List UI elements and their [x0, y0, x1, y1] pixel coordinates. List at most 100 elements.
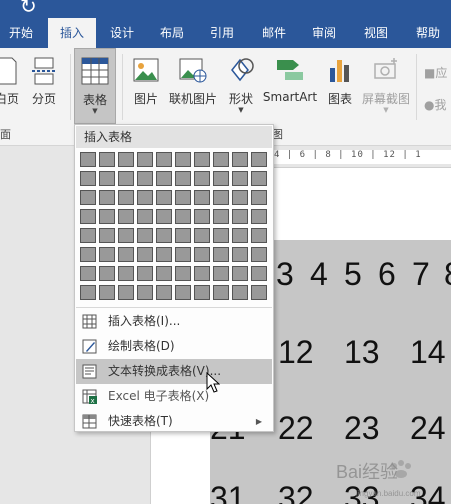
table-grid-cell[interactable] [137, 285, 153, 300]
table-grid-cell[interactable] [213, 190, 229, 205]
table-grid-cell[interactable] [175, 152, 191, 167]
table-grid-cell[interactable] [194, 209, 210, 224]
table-grid-cell[interactable] [99, 266, 115, 281]
table-grid-cell[interactable] [137, 266, 153, 281]
tab-view[interactable]: 视图 [354, 18, 398, 48]
tab-layout[interactable]: 布局 [150, 18, 194, 48]
table-grid-cell[interactable] [232, 152, 248, 167]
table-grid-cell[interactable] [156, 228, 172, 243]
table-grid-cell[interactable] [194, 247, 210, 262]
tab-home[interactable]: 开始 [0, 18, 42, 48]
table-grid-cell[interactable] [175, 285, 191, 300]
table-grid-cell[interactable] [232, 285, 248, 300]
table-grid-cell[interactable] [99, 209, 115, 224]
my-addins-button[interactable]: ●我 [424, 96, 450, 113]
online-pictures-button[interactable]: 联机图片 [166, 48, 220, 124]
table-grid-cell[interactable] [251, 247, 267, 262]
table-grid-cell[interactable] [213, 266, 229, 281]
screenshot-button[interactable]: 屏幕截图 ▼ [360, 48, 412, 124]
tab-review[interactable]: 审阅 [302, 18, 346, 48]
text-to-table-item[interactable]: 文本转换成表格(V)... [76, 359, 272, 384]
table-grid-cell[interactable] [80, 171, 96, 186]
table-grid-cell[interactable] [80, 247, 96, 262]
table-grid-cell[interactable] [137, 190, 153, 205]
table-grid-cell[interactable] [80, 285, 96, 300]
table-grid-cell[interactable] [194, 171, 210, 186]
table-grid-cell[interactable] [251, 190, 267, 205]
table-grid-cell[interactable] [232, 266, 248, 281]
blank-page-button[interactable]: 白页 [0, 48, 20, 124]
table-grid-cell[interactable] [118, 152, 134, 167]
insert-table-item[interactable]: 插入表格(I)... [76, 309, 272, 334]
table-grid-cell[interactable] [156, 247, 172, 262]
table-button[interactable]: 表格 ▼ [74, 48, 116, 124]
table-grid-cell[interactable] [251, 209, 267, 224]
table-grid-cell[interactable] [99, 247, 115, 262]
table-grid-cell[interactable] [194, 190, 210, 205]
table-grid-cell[interactable] [232, 171, 248, 186]
table-grid-cell[interactable] [118, 228, 134, 243]
table-grid-cell[interactable] [194, 152, 210, 167]
draw-table-item[interactable]: 绘制表格(D) [76, 334, 272, 359]
table-grid-cell[interactable] [213, 228, 229, 243]
table-grid-cell[interactable] [99, 285, 115, 300]
table-grid-cell[interactable] [156, 285, 172, 300]
table-grid-cell[interactable] [137, 171, 153, 186]
tab-design[interactable]: 设计 [100, 18, 144, 48]
tab-mailings[interactable]: 邮件 [252, 18, 296, 48]
shapes-button[interactable]: 形状 ▼ [222, 48, 260, 124]
table-grid-cell[interactable] [251, 171, 267, 186]
tab-insert[interactable]: 插入 [48, 18, 96, 48]
table-grid-cell[interactable] [213, 247, 229, 262]
table-grid-cell[interactable] [232, 247, 248, 262]
table-grid-cell[interactable] [213, 209, 229, 224]
page-break-button[interactable]: 分页 [26, 48, 62, 124]
table-grid-cell[interactable] [251, 266, 267, 281]
table-grid-cell[interactable] [194, 266, 210, 281]
pictures-button[interactable]: 图片 [126, 48, 166, 124]
table-grid-cell[interactable] [194, 228, 210, 243]
table-grid-cell[interactable] [251, 152, 267, 167]
table-grid-cell[interactable] [251, 285, 267, 300]
table-grid-cell[interactable] [118, 266, 134, 281]
table-grid-cell[interactable] [118, 190, 134, 205]
table-grid-cell[interactable] [99, 152, 115, 167]
table-grid-cell[interactable] [213, 152, 229, 167]
addins-button[interactable]: ■应 [424, 64, 450, 81]
table-grid-cell[interactable] [213, 285, 229, 300]
table-grid-cell[interactable] [80, 266, 96, 281]
tab-references[interactable]: 引用 [200, 18, 244, 48]
table-grid-cell[interactable] [99, 190, 115, 205]
table-grid-cell[interactable] [137, 228, 153, 243]
table-grid-cell[interactable] [232, 228, 248, 243]
table-grid-cell[interactable] [118, 247, 134, 262]
table-grid-cell[interactable] [99, 228, 115, 243]
table-grid-cell[interactable] [80, 209, 96, 224]
table-grid-cell[interactable] [175, 247, 191, 262]
table-grid-cell[interactable] [99, 171, 115, 186]
table-grid-cell[interactable] [118, 285, 134, 300]
table-grid-cell[interactable] [175, 228, 191, 243]
table-grid-cell[interactable] [175, 209, 191, 224]
table-grid-cell[interactable] [194, 285, 210, 300]
table-grid-cell[interactable] [232, 209, 248, 224]
table-grid-cell[interactable] [156, 171, 172, 186]
table-grid-cell[interactable] [175, 190, 191, 205]
table-grid-cell[interactable] [156, 209, 172, 224]
table-grid-cell[interactable] [213, 171, 229, 186]
table-grid-cell[interactable] [137, 209, 153, 224]
table-grid-cell[interactable] [251, 228, 267, 243]
tab-help[interactable]: 帮助 [406, 18, 450, 48]
table-grid-cell[interactable] [118, 171, 134, 186]
table-grid-cell[interactable] [118, 209, 134, 224]
table-grid-cell[interactable] [137, 152, 153, 167]
table-grid-cell[interactable] [80, 190, 96, 205]
table-grid-cell[interactable] [80, 152, 96, 167]
table-grid-cell[interactable] [175, 266, 191, 281]
quick-tables-item[interactable]: 快速表格(T) ▶ [76, 409, 272, 434]
table-grid-cell[interactable] [232, 190, 248, 205]
table-grid-cell[interactable] [156, 152, 172, 167]
undo-icon[interactable]: ↻ [20, 0, 37, 18]
table-grid-cell[interactable] [156, 190, 172, 205]
smartart-button[interactable]: SmartArt [262, 48, 318, 124]
